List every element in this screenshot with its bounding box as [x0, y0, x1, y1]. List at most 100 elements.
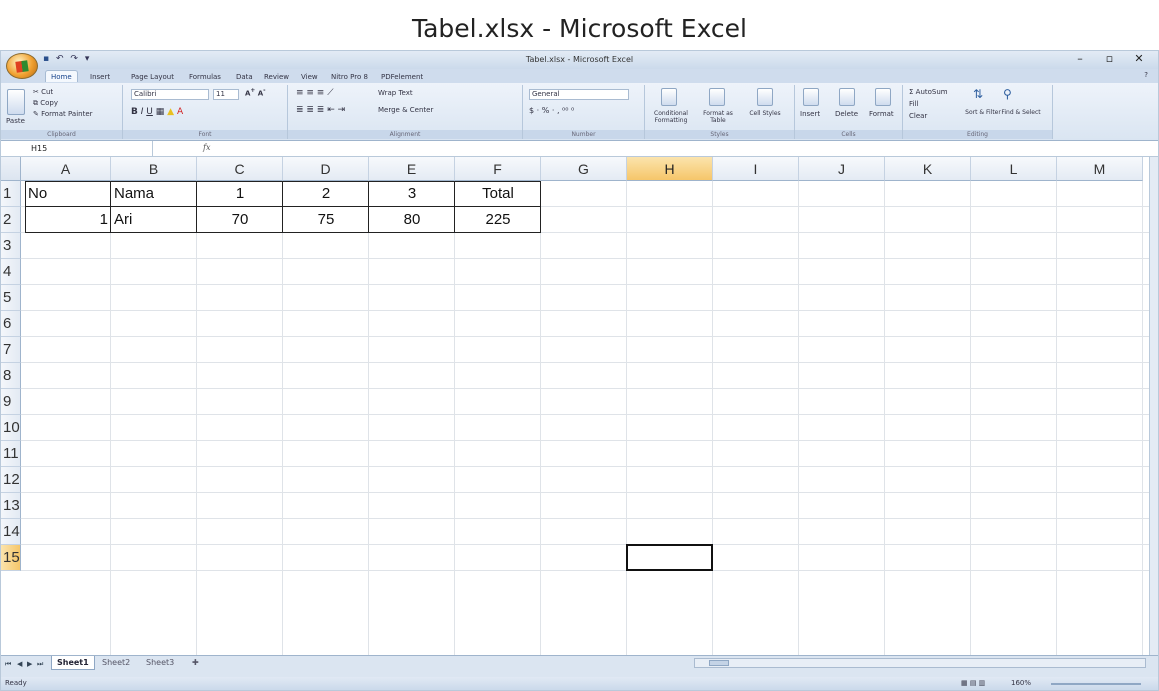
conditional-formatting-button[interactable]: Conditional Formatting — [647, 110, 695, 124]
row-header-1[interactable]: 1 — [1, 181, 21, 207]
cell-b2[interactable]: Ari — [111, 207, 197, 233]
cell-e1[interactable]: 3 — [369, 181, 455, 207]
tab-data[interactable]: Data — [231, 71, 258, 83]
cell-c1[interactable]: 1 — [197, 181, 283, 207]
office-button[interactable] — [6, 53, 38, 79]
column-header-d[interactable]: D — [283, 157, 369, 181]
cell-b1[interactable]: Nama — [111, 181, 197, 207]
format-table-icon[interactable] — [709, 88, 725, 106]
column-header-j[interactable]: J — [799, 157, 885, 181]
last-sheet-icon[interactable]: ⏭ — [37, 660, 43, 669]
cell-a1[interactable]: No — [25, 181, 111, 207]
find-select-button[interactable]: Find & Select — [1001, 109, 1041, 116]
font-size-select[interactable]: 11 — [213, 89, 239, 100]
help-icon[interactable]: ? — [1144, 71, 1148, 79]
cell-d2[interactable]: 75 — [283, 207, 369, 233]
delete-cells-icon[interactable] — [839, 88, 855, 106]
sort-filter-icon[interactable]: ⇅ — [973, 87, 983, 101]
row-header-9[interactable]: 9 — [1, 389, 21, 415]
underline-icon[interactable]: U — [146, 107, 153, 117]
tab-home[interactable]: Home — [45, 70, 78, 82]
insert-button[interactable]: Insert — [800, 110, 820, 118]
align-left-icon[interactable]: ≣ ≣ ≣ ⇤ ⇥ — [296, 105, 345, 115]
cell-styles-button[interactable]: Cell Styles — [745, 110, 785, 117]
row-header-15[interactable]: 15 — [1, 545, 21, 571]
prev-sheet-icon[interactable]: ◀ — [17, 660, 22, 668]
cell-c2[interactable]: 70 — [197, 207, 283, 233]
select-all-corner[interactable] — [1, 157, 21, 181]
sheet-tab-sheet1[interactable]: Sheet1 — [51, 656, 95, 670]
cell-f2[interactable]: 225 — [455, 207, 541, 233]
row-header-11[interactable]: 11 — [1, 441, 21, 467]
sort-filter-button[interactable]: Sort & Filter — [965, 109, 1001, 116]
font-color-icon[interactable]: A — [177, 107, 183, 117]
tab-formulas[interactable]: Formulas — [184, 71, 226, 83]
cell-f1[interactable]: Total — [455, 181, 541, 207]
active-cell-cursor[interactable] — [626, 544, 713, 571]
minimize-button[interactable]: – — [1067, 52, 1093, 65]
close-button[interactable]: ✕ — [1126, 52, 1152, 65]
row-header-12[interactable]: 12 — [1, 467, 21, 493]
merge-center-button[interactable]: Merge & Center — [378, 106, 433, 114]
row-header-3[interactable]: 3 — [1, 233, 21, 259]
insert-cells-icon[interactable] — [803, 88, 819, 106]
column-header-f[interactable]: F — [455, 157, 541, 181]
font-name-select[interactable]: Calibri — [131, 89, 209, 100]
sheet-tab-sheet2[interactable]: Sheet2 — [97, 656, 135, 670]
cell-e2[interactable]: 80 — [369, 207, 455, 233]
column-header-g[interactable]: G — [541, 157, 627, 181]
align-top-icon[interactable]: ≡ ≡ ≡ ⟋ — [296, 88, 334, 98]
clear-button[interactable]: Clear — [909, 112, 927, 120]
column-header-e[interactable]: E — [369, 157, 455, 181]
format-as-table-button[interactable]: Format as Table — [697, 110, 739, 124]
horizontal-scrollbar[interactable] — [694, 658, 1146, 668]
insert-sheet-icon[interactable]: ✚ — [187, 656, 204, 670]
cut-button[interactable]: ✂ Cut — [33, 88, 53, 96]
paste-icon[interactable] — [7, 89, 25, 115]
row-header-10[interactable]: 10 — [1, 415, 21, 441]
sheet-tab-sheet3[interactable]: Sheet3 — [141, 656, 179, 670]
paste-button[interactable]: Paste — [6, 117, 25, 125]
binoculars-icon[interactable]: ⚲ — [1003, 87, 1012, 101]
row-header-5[interactable]: 5 — [1, 285, 21, 311]
view-buttons-icon[interactable]: ▦ ▤ ▥ — [961, 679, 985, 687]
delete-button[interactable]: Delete — [835, 110, 858, 118]
cell-d1[interactable]: 2 — [283, 181, 369, 207]
grow-font-icon[interactable]: A+ A- — [245, 88, 266, 97]
name-box[interactable]: H15 — [1, 141, 153, 157]
fx-icon[interactable]: fx — [203, 143, 210, 152]
worksheet-grid[interactable]: A B C D E F G H I J K L M 1 2 3 4 5 6 7 8 9 10 11 12 13 14 15 No Nama… — [1, 157, 1149, 655]
column-header-h[interactable]: H — [627, 157, 713, 181]
next-sheet-icon[interactable]: ▶ — [27, 660, 32, 668]
conditional-formatting-icon[interactable] — [661, 88, 677, 106]
format-button[interactable]: Format — [869, 110, 894, 118]
currency-icon[interactable]: $ · % · , ⁰⁰ ⁰ — [529, 106, 574, 115]
row-header-14[interactable]: 14 — [1, 519, 21, 545]
autosum-button[interactable]: Σ AutoSum — [909, 88, 948, 96]
italic-icon[interactable]: I — [141, 107, 144, 117]
column-header-i[interactable]: I — [713, 157, 799, 181]
cell-styles-icon[interactable] — [757, 88, 773, 106]
row-header-13[interactable]: 13 — [1, 493, 21, 519]
tab-nitro[interactable]: Nitro Pro 8 — [326, 71, 373, 83]
tab-view[interactable]: View — [296, 71, 323, 83]
format-cells-icon[interactable] — [875, 88, 891, 106]
first-sheet-icon[interactable]: ⏮ — [5, 660, 11, 669]
tab-insert[interactable]: Insert — [85, 71, 115, 83]
format-painter-button[interactable]: ✎ Format Painter — [33, 110, 93, 118]
column-header-b[interactable]: B — [111, 157, 197, 181]
row-header-6[interactable]: 6 — [1, 311, 21, 337]
copy-button[interactable]: ⧉ Copy — [33, 99, 58, 108]
row-header-2[interactable]: 2 — [1, 207, 21, 233]
tab-pdfelement[interactable]: PDFelement — [376, 71, 428, 83]
column-header-l[interactable]: L — [971, 157, 1057, 181]
column-header-c[interactable]: C — [197, 157, 283, 181]
scroll-thumb[interactable] — [709, 660, 729, 666]
row-header-4[interactable]: 4 — [1, 259, 21, 285]
tab-review[interactable]: Review — [259, 71, 294, 83]
row-header-7[interactable]: 7 — [1, 337, 21, 363]
wrap-text-button[interactable]: Wrap Text — [378, 89, 413, 97]
border-icon[interactable]: ▦ — [156, 107, 165, 117]
column-header-k[interactable]: K — [885, 157, 971, 181]
fill-button[interactable]: Fill — [909, 100, 918, 108]
